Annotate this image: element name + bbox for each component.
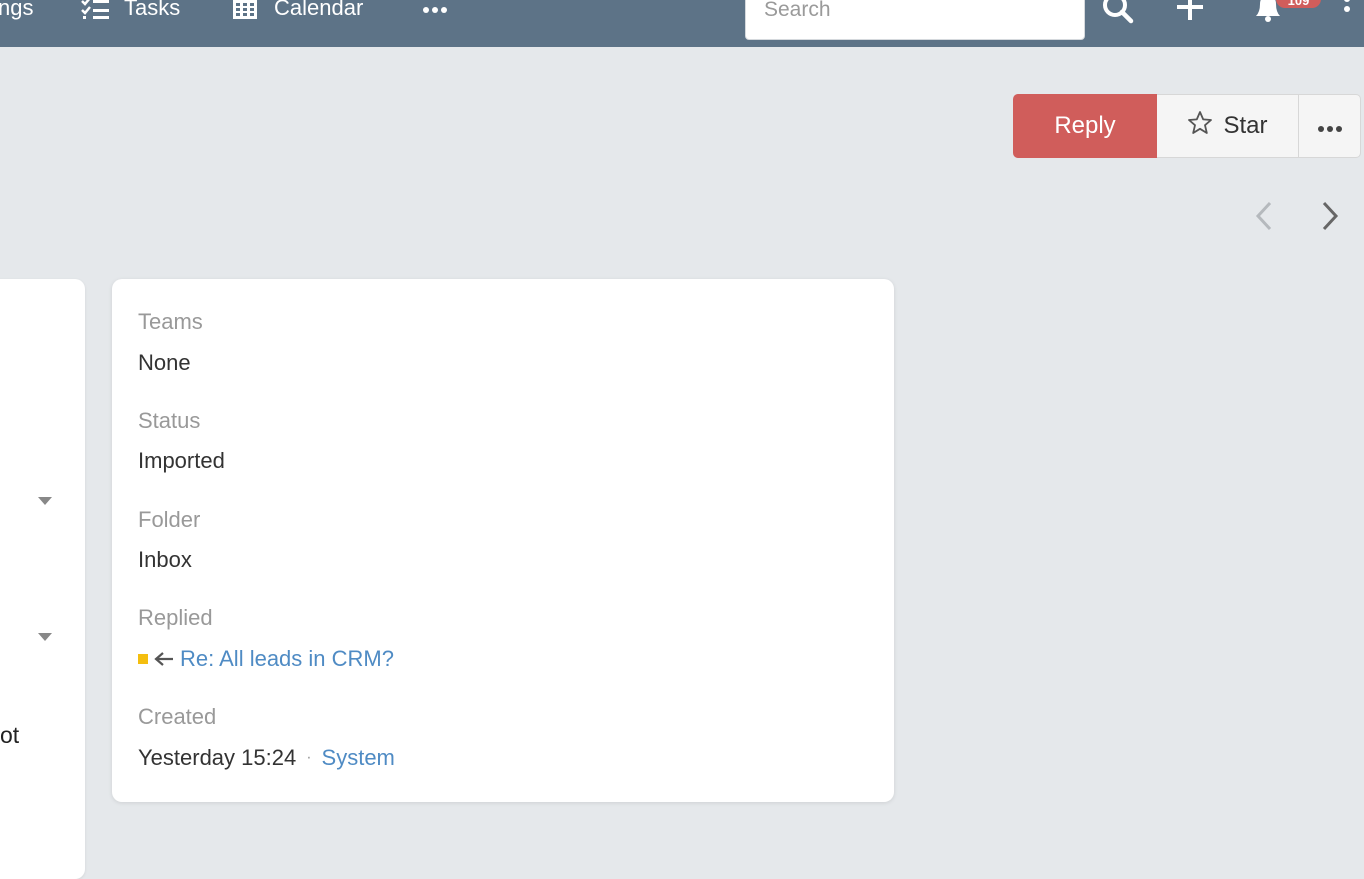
status-square bbox=[138, 654, 148, 664]
folder-label: Folder bbox=[138, 507, 201, 532]
chevron-down-icon[interactable] bbox=[38, 628, 52, 646]
created-by-link[interactable]: System bbox=[322, 745, 395, 771]
left-panel bbox=[0, 279, 85, 879]
replied-email-link[interactable]: Re: All leads in CRM? bbox=[180, 646, 394, 672]
teams-value: None bbox=[138, 350, 191, 375]
more-actions-button[interactable] bbox=[1299, 94, 1361, 158]
search-icon[interactable] bbox=[1102, 0, 1134, 29]
more-horizontal-icon bbox=[1317, 112, 1343, 140]
separator-dot: · bbox=[306, 749, 312, 766]
arrow-left-icon bbox=[154, 651, 174, 667]
plus-icon[interactable] bbox=[1176, 0, 1204, 27]
status-value: Imported bbox=[138, 448, 225, 473]
nav-item-partial-label: ngs bbox=[0, 0, 34, 20]
more-horizontal-icon[interactable] bbox=[422, 2, 448, 20]
search-box bbox=[745, 0, 1085, 40]
record-actions: Reply Star bbox=[1013, 94, 1361, 158]
created-label: Created bbox=[138, 704, 217, 729]
replied-label: Replied bbox=[138, 605, 213, 630]
star-icon bbox=[1187, 110, 1213, 143]
search-input[interactable] bbox=[764, 0, 1064, 25]
chevron-right-icon[interactable] bbox=[1320, 200, 1340, 237]
replied-value: Re: All leads in CRM? bbox=[138, 646, 394, 672]
status-label: Status bbox=[138, 408, 201, 433]
nav-item-tasks-label: Tasks bbox=[124, 0, 181, 20]
calendar-icon bbox=[232, 0, 258, 20]
left-panel-partial-text: ot bbox=[0, 722, 20, 748]
detail-panel: Teams None Status Imported Folder Inbox … bbox=[112, 279, 894, 802]
created-time: Yesterday 15:24 bbox=[138, 745, 297, 770]
teams-label: Teams bbox=[138, 309, 203, 334]
more-vertical-icon[interactable] bbox=[1342, 0, 1352, 25]
nav-item-calendar-label: Calendar bbox=[274, 0, 364, 20]
star-button[interactable]: Star bbox=[1157, 94, 1299, 158]
notification-badge: 109 bbox=[1276, 0, 1321, 8]
reply-button[interactable]: Reply bbox=[1013, 94, 1157, 158]
created-value: Yesterday 15:24 · System bbox=[138, 745, 395, 771]
tasks-icon bbox=[80, 0, 110, 19]
nav-item-tasks[interactable]: Tasks bbox=[80, 0, 180, 23]
top-navbar: ngs Tasks Calendar Search 109 bbox=[0, 0, 1364, 47]
reply-button-label: Reply bbox=[1054, 112, 1116, 139]
star-button-label: Star bbox=[1223, 112, 1268, 139]
nav-item-partial[interactable]: ngs bbox=[0, 0, 33, 23]
nav-item-calendar[interactable]: Calendar bbox=[232, 0, 363, 23]
chevron-left-icon[interactable] bbox=[1254, 200, 1274, 237]
folder-value: Inbox bbox=[138, 547, 192, 572]
chevron-down-icon[interactable] bbox=[38, 492, 52, 510]
